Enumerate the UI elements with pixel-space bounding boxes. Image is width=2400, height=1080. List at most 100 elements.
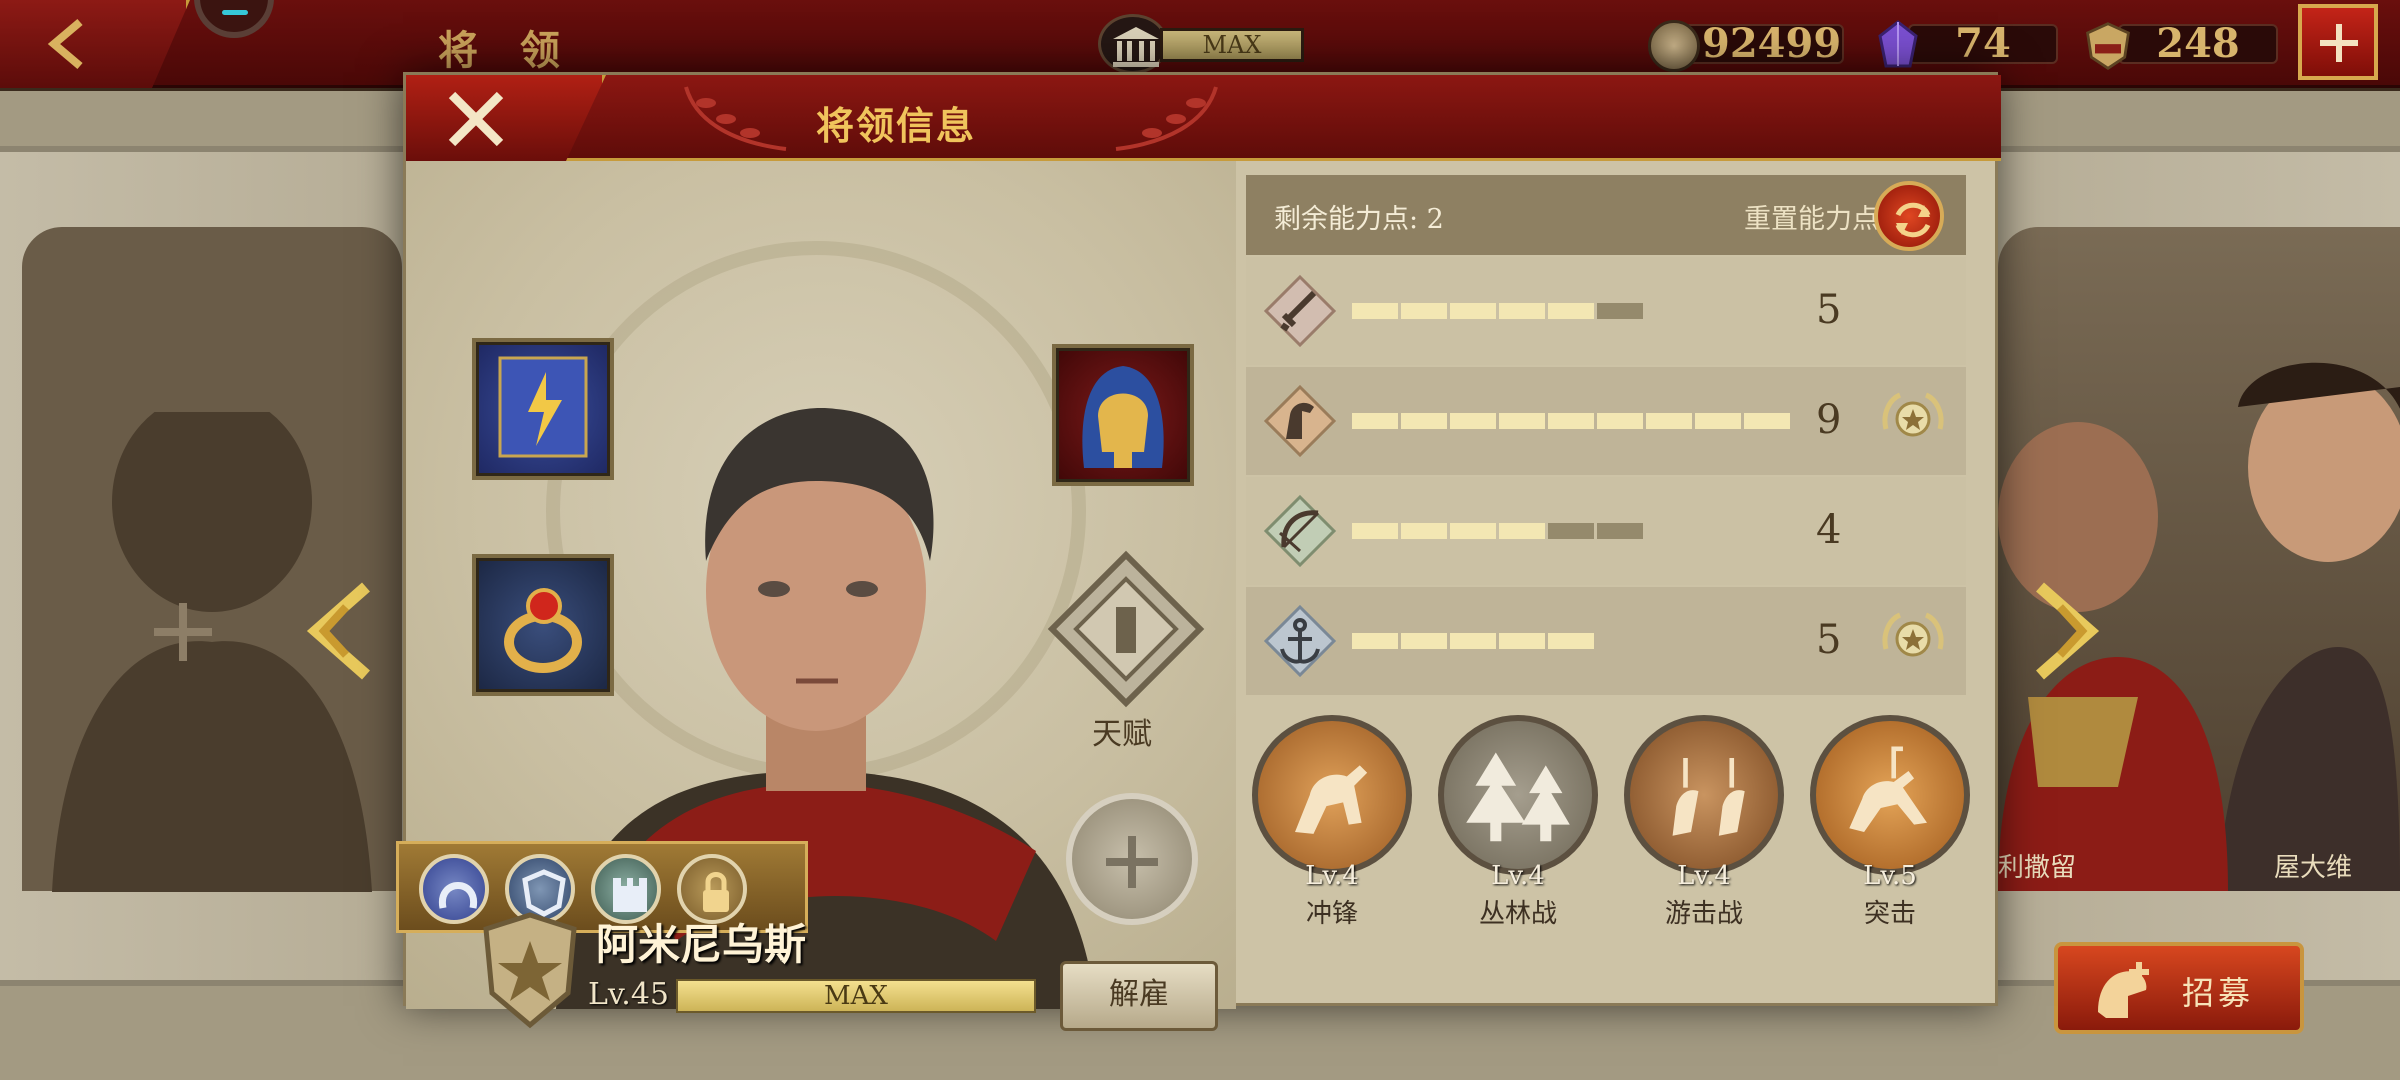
hero-level: Lv.45 (588, 977, 670, 1012)
skill-level: Lv.4 (1677, 861, 1731, 891)
stat-row-navy[interactable]: 5 (1246, 587, 1966, 695)
coin-icon (1648, 20, 1700, 72)
mask-item-slot[interactable] (1052, 344, 1194, 486)
stat-value: 5 (1816, 287, 1842, 333)
talent-label: 天赋 (1092, 717, 1152, 752)
coin-value: 92499 (1684, 24, 1844, 64)
anchor-icon (1263, 604, 1337, 678)
stat-value: 4 (1816, 507, 1842, 553)
stat-segment (1499, 633, 1545, 649)
war-banner-icon (498, 356, 588, 458)
stat-segment (1548, 303, 1594, 319)
general-info-modal: 将领信息 天赋 阿米尼乌斯 Lv.45 MAX 解雇 剩余能力点: 2 重置能力… (396, 72, 2001, 1031)
skirmish-icon (1624, 715, 1784, 875)
horseshoe-icon (438, 882, 478, 909)
stat-segment (1548, 413, 1594, 429)
stat-segment (1548, 633, 1594, 649)
building-level: MAX (1160, 28, 1304, 62)
skill-level: Lv.4 (1491, 861, 1545, 891)
stat-segment (1646, 413, 1692, 429)
assault-icon (1810, 715, 1970, 875)
general-portraits (1998, 362, 2400, 891)
stat-segment (1695, 413, 1741, 429)
page-title: 将 领 (438, 27, 574, 74)
skill-name: 突击 (1863, 899, 1916, 929)
forest-icon (1438, 715, 1598, 875)
stat-segment (1401, 303, 1447, 319)
stat-segment (1597, 413, 1643, 429)
stat-value: 9 (1816, 397, 1842, 443)
ring-icon (504, 588, 582, 673)
stat-segment (1352, 633, 1398, 649)
stat-segment (1352, 303, 1398, 319)
skill-level: Lv.4 (1305, 861, 1359, 891)
stat-segment (1450, 303, 1496, 319)
level-progress-bar: MAX (676, 979, 1036, 1013)
coin-counter[interactable]: 92499 (1648, 20, 1844, 72)
reset-label: 重置能力点 (1744, 204, 1879, 235)
recruit-button[interactable]: 招募 (2054, 942, 2304, 1034)
stat-value: 5 (1816, 617, 1842, 663)
empty-general-slot[interactable] (22, 227, 402, 892)
fire-button[interactable]: 解雇 (1060, 961, 1218, 1031)
add-resource-button[interactable] (2298, 4, 2378, 80)
skill-name: 游击战 (1664, 899, 1743, 929)
temple-icon[interactable] (1098, 14, 1168, 74)
stat-segment (1499, 303, 1545, 319)
laurel-icon (684, 86, 787, 151)
rank-shield-icon (483, 912, 577, 1029)
stat-segment (1597, 523, 1643, 539)
gem-icon (1878, 20, 1918, 68)
horseshoe-badge[interactable] (419, 854, 489, 924)
gem-counter[interactable]: 74 (1872, 20, 2058, 68)
back-button[interactable] (0, 0, 190, 88)
stat-segment (1450, 633, 1496, 649)
skill-level: Lv.5 (1863, 861, 1917, 891)
gem-value: 74 (1908, 24, 2058, 64)
stat-segment (1548, 523, 1594, 539)
stat-segment (1352, 413, 1398, 429)
helmet-icon (2098, 962, 2149, 1018)
bow-icon (1263, 494, 1337, 568)
modal-header: 将领信息 (406, 75, 2001, 161)
spqr-counter[interactable]: 248 (2082, 20, 2278, 70)
medal-icon (1882, 392, 1944, 437)
general-name-2: 屋大维 (2274, 853, 2353, 883)
refresh-icon (1895, 202, 1931, 238)
stat-segment (1401, 633, 1447, 649)
sword-icon (1263, 274, 1337, 348)
stat-row-cavalry[interactable]: 9 (1246, 367, 1966, 475)
avatar-ring[interactable] (194, 0, 274, 38)
stat-row-archery[interactable]: 4 (1246, 477, 1966, 585)
prev-arrow-icon[interactable] (306, 581, 376, 681)
remaining-points: 剩余能力点: 2 (1274, 204, 1444, 235)
stat-segment (1744, 413, 1790, 429)
laurel-icon (1115, 86, 1218, 151)
skill-name: 冲锋 (1305, 899, 1358, 929)
stat-segment (1499, 413, 1545, 429)
stat-segment (1450, 523, 1496, 539)
portrait-area: 天赋 阿米尼乌斯 Lv.45 MAX (396, 161, 1236, 1029)
medal-icon (1882, 612, 1944, 657)
back-arrow-icon (47, 18, 83, 70)
ring-item-slot[interactable] (472, 554, 614, 696)
talent-icon[interactable] (1046, 549, 1206, 709)
close-icon (448, 91, 504, 147)
close-button[interactable] (406, 75, 606, 161)
skill-name: 丛林战 (1478, 899, 1557, 929)
spqr-value: 248 (2118, 24, 2278, 64)
stat-row-attack[interactable]: 5 (1246, 257, 1966, 365)
next-general-card[interactable]: 利撒留 屋大维 (1998, 227, 2400, 891)
pharaoh-mask-icon (1082, 366, 1164, 468)
add-skill-button[interactable] (1066, 793, 1198, 925)
stat-segment (1401, 523, 1447, 539)
banner-item-slot[interactable] (472, 338, 614, 480)
stat-segment (1352, 523, 1398, 539)
plus-icon (154, 603, 212, 661)
next-arrow-icon[interactable] (2030, 581, 2100, 681)
reset-button[interactable] (1874, 181, 1944, 251)
ability-points-bar: 剩余能力点: 2 重置能力点 (1246, 175, 1966, 255)
general-name-1: 利撒留 (1998, 853, 2077, 883)
horse-icon (1263, 384, 1337, 458)
modal-title: 将领信息 (816, 103, 977, 148)
